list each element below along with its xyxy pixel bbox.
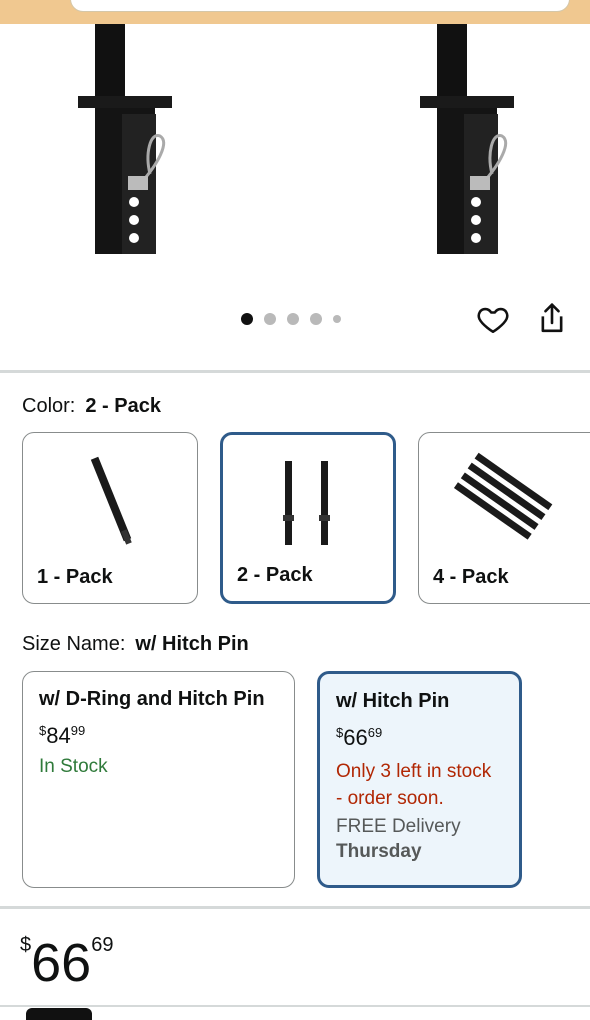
pager-dot-5[interactable] [333,315,341,323]
color-option-label: 1 - Pack [37,566,113,588]
delivery-text: FREE Delivery [336,816,461,837]
price-fraction: 69 [91,934,114,956]
product-image-gallery[interactable] [0,24,590,279]
bottom-divider [0,1005,590,1007]
product-image [78,24,514,254]
color-label-text: Color: [22,395,76,417]
delivery-day: Thursday [336,841,422,862]
color-option-1-pack[interactable]: 1 - Pack [22,432,198,604]
heart-icon[interactable] [476,302,510,336]
bottom-tab-edge [26,1008,92,1020]
size-label-text: Size Name: [22,633,126,655]
product-price: $6669 [20,932,113,994]
one-pack-thumbnail [90,456,132,545]
color-variation-label: Color: 2 - Pack [22,395,161,418]
color-option-label: 4 - Pack [433,566,509,588]
price-whole: 66 [343,725,368,750]
price-currency: $ [20,934,32,956]
pager-dot-1[interactable] [241,313,253,325]
share-icon[interactable] [536,302,568,336]
stock-status: In Stock [39,756,108,777]
color-option-label: 2 - Pack [237,564,313,586]
size-variation-label: Size Name: w/ Hitch Pin [22,633,249,656]
size-option-d-ring-and-hitch-pin[interactable]: w/ D-Ring and Hitch Pin $8499 In Stock [22,671,295,888]
stock-status-line-1: Only 3 left in stock [336,761,492,782]
top-search-bar [0,0,590,24]
image-pager-dots[interactable] [241,313,341,325]
section-divider [0,906,590,909]
pager-dot-4[interactable] [310,313,322,325]
size-option-price: $8499 [39,719,278,748]
four-pack-thumbnail [453,452,553,540]
stock-status-line-2: - order soon. [336,788,444,809]
price-whole: 66 [31,933,92,993]
section-divider [0,370,590,373]
pager-dot-3[interactable] [287,313,299,325]
selected-color-value: 2 - Pack [85,395,161,417]
price-fraction: 99 [70,723,86,738]
price-fraction: 69 [367,725,383,740]
size-option-title: w/ Hitch Pin [336,690,450,712]
size-option-price: $6669 [336,721,503,750]
size-option-hitch-pin[interactable]: w/ Hitch Pin $6669 Only 3 left in stock … [317,671,522,888]
search-field[interactable] [70,0,570,12]
size-option-title: w/ D-Ring and Hitch Pin [39,688,265,710]
color-option-2-pack[interactable]: 2 - Pack [220,432,396,604]
color-option-4-pack[interactable]: 4 - Pack [418,432,590,604]
pager-dot-2[interactable] [264,313,276,325]
selected-size-value: w/ Hitch Pin [135,633,249,655]
price-whole: 84 [46,723,71,748]
two-pack-thumbnail [283,461,330,545]
